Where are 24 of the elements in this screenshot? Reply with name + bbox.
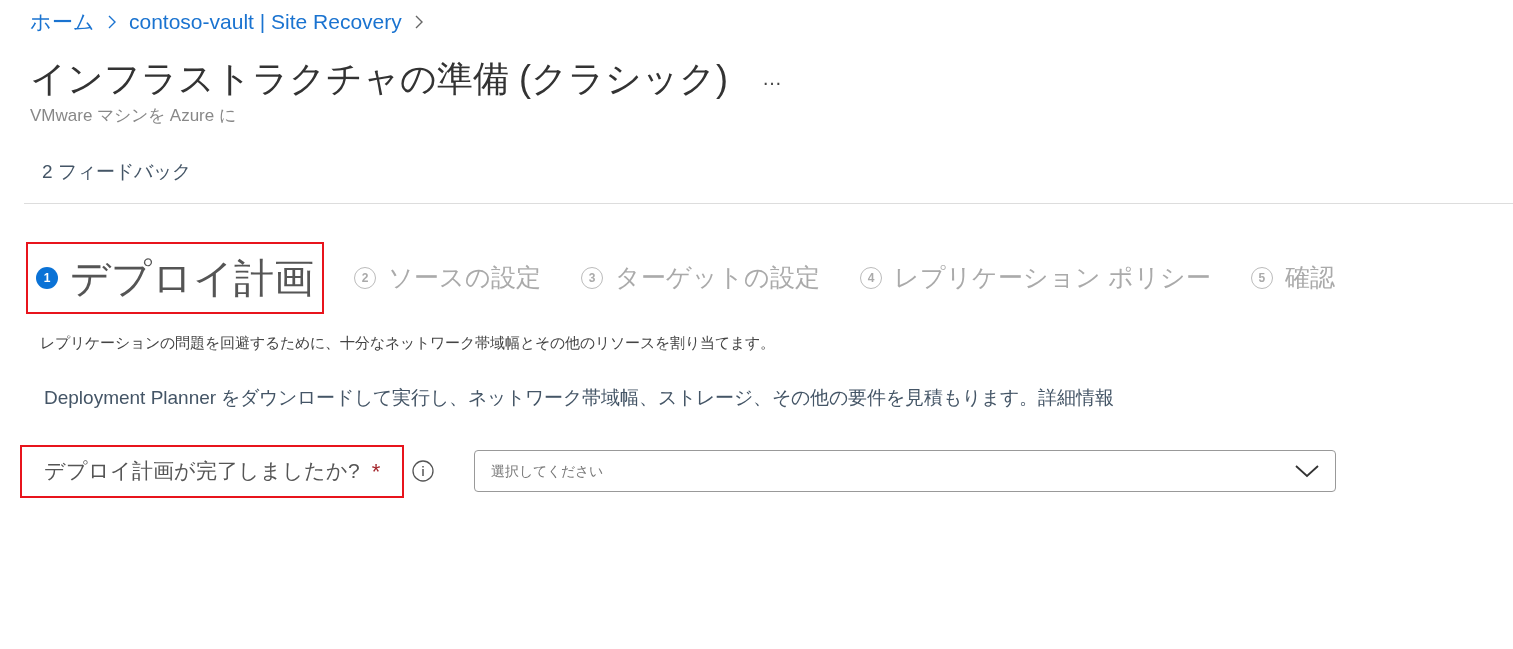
learn-more-link[interactable]: 詳細情報 bbox=[1038, 387, 1115, 408]
info-icon[interactable] bbox=[412, 460, 435, 482]
breadcrumb-link[interactable]: ホーム bbox=[30, 6, 95, 38]
page-subtitle: VMware マシンを Azure に bbox=[30, 104, 237, 127]
select-dropdown[interactable]: 選択してください bbox=[474, 450, 1337, 492]
description-text: レプリケーションの問題を回避するために、十分なネットワーク帯域幅とその他のリソースを割り当てます。 bbox=[40, 332, 776, 353]
step-label: 確認 bbox=[1284, 261, 1335, 293]
wizard-step[interactable]: 1 デプロイ計画 bbox=[26, 241, 324, 314]
step-number: 1 bbox=[36, 266, 58, 289]
chevron-right-icon bbox=[107, 13, 117, 30]
step-label: ソースの設定 bbox=[388, 261, 541, 293]
dropdown-placeholder: 選択してください bbox=[491, 461, 604, 481]
chevron-down-icon bbox=[1295, 464, 1320, 478]
breadcrumb-link[interactable]: contoso-vault | Site Recovery bbox=[129, 6, 402, 38]
step-label: ターゲットの設定 bbox=[615, 261, 820, 293]
chevron-right-icon bbox=[413, 13, 424, 30]
page-title: インフラストラクチャの準備 (クラシック) bbox=[30, 56, 728, 101]
step-label: レプリケーション ポリシー bbox=[894, 261, 1211, 293]
step-label: デプロイ計画 bbox=[70, 254, 314, 302]
planner-text: Deployment Planner をダウンロードして実行し、ネットワーク帯域幅、ストレージ、その他の要件を見積もります。詳細情報 bbox=[44, 386, 1116, 410]
feedback-button[interactable]: 2 フィードバック bbox=[42, 158, 191, 187]
required-mark: * bbox=[371, 457, 381, 486]
more-button[interactable]: … bbox=[762, 63, 782, 93]
question-label: デプロイ計画が完了しましたか? bbox=[44, 458, 360, 485]
